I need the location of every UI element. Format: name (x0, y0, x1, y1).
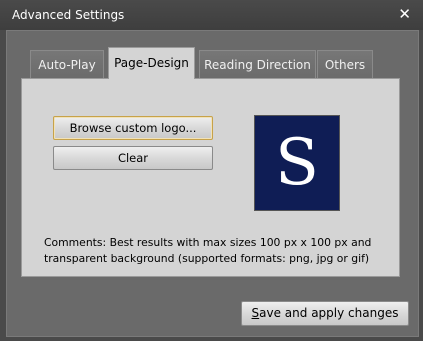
tab-reading-direction[interactable]: Reading Direction (199, 50, 316, 78)
dialog-body: Auto-Play Page-Design Reading Direction … (6, 30, 419, 337)
page-design-panel: Browse custom logo... Clear S Comments: … (21, 78, 400, 277)
logo-preview: S (254, 115, 340, 211)
save-access-key: S (251, 306, 260, 320)
tab-others[interactable]: Others (317, 50, 373, 78)
tab-auto-play[interactable]: Auto-Play (30, 50, 104, 78)
comments-text: Comments: Best results with max sizes 10… (44, 236, 372, 265)
title-bar: Advanced Settings ✕ (0, 0, 423, 30)
tab-page-design[interactable]: Page-Design (108, 47, 195, 79)
save-label-rest: ave and apply changes (259, 306, 399, 320)
save-and-apply-button[interactable]: Save and apply changes (241, 301, 409, 326)
window-title: Advanced Settings (12, 8, 125, 22)
browse-custom-logo-button[interactable]: Browse custom logo... (53, 116, 213, 140)
clear-button[interactable]: Clear (53, 146, 213, 170)
logo-letter: S (275, 126, 319, 200)
close-icon[interactable]: ✕ (398, 6, 411, 22)
